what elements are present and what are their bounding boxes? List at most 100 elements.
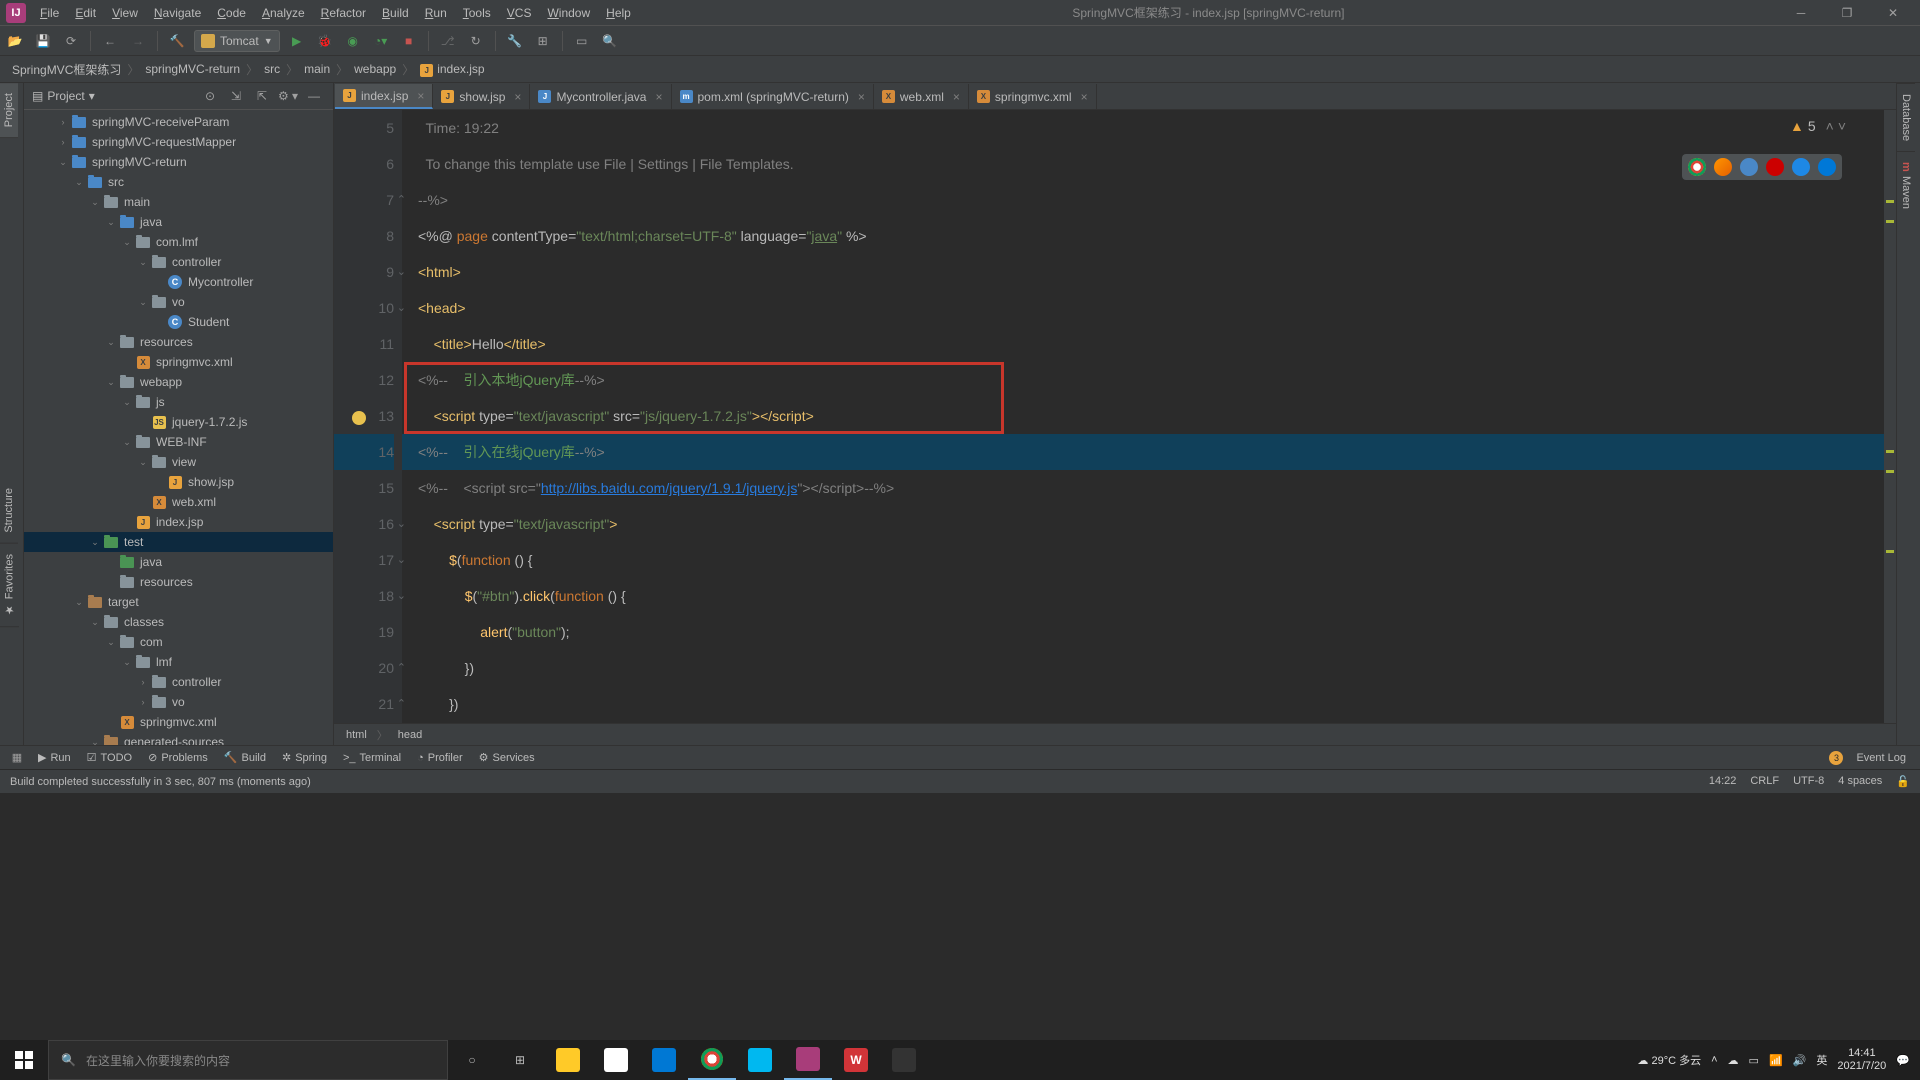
close-tab-icon[interactable]: × [655, 90, 662, 104]
open-icon[interactable]: 📂 [4, 30, 26, 52]
tree-node[interactable]: ⌄resources [24, 332, 333, 352]
settings-icon[interactable]: 🔧 [504, 30, 526, 52]
edge-icon[interactable] [1818, 158, 1836, 176]
settings-icon[interactable]: ⚙ ▾ [277, 85, 299, 107]
close-tab-icon[interactable]: × [953, 90, 960, 104]
menu-code[interactable]: Code [209, 0, 254, 26]
notifications-icon[interactable]: 💬 [1896, 1054, 1910, 1067]
opera-icon[interactable] [1766, 158, 1784, 176]
profile-button[interactable]: ◔▾ [370, 30, 392, 52]
volume-icon[interactable]: 🔊 [1793, 1054, 1807, 1067]
nav-path-item[interactable]: html [346, 729, 367, 741]
maximize-button[interactable]: ❐ [1824, 0, 1870, 26]
bulb-icon[interactable] [352, 411, 366, 425]
editor-tab[interactable]: Jindex.jsp× [335, 84, 433, 109]
line-separator[interactable]: CRLF [1750, 775, 1779, 788]
avd-icon[interactable]: ▭ [571, 30, 593, 52]
tree-node[interactable]: Xspringmvc.xml [24, 352, 333, 372]
code-line[interactable]: alert("button"); [402, 614, 1896, 650]
tree-node[interactable]: ⌄src [24, 172, 333, 192]
tab-database[interactable]: Database [1897, 83, 1915, 151]
tree-node[interactable]: ⌄main [24, 192, 333, 212]
clock[interactable]: 14:412021/7/20 [1837, 1047, 1886, 1073]
indent-setting[interactable]: 4 spaces [1838, 775, 1882, 788]
debug-button[interactable]: 🐞 [314, 30, 336, 52]
tree-node[interactable]: CStudent [24, 312, 333, 332]
code-line[interactable]: <%-- <script src="http://libs.baidu.com/… [402, 470, 1896, 506]
onedrive-icon[interactable]: ☁ [1728, 1054, 1739, 1067]
menu-build[interactable]: Build [374, 0, 417, 26]
tree-node[interactable]: ⌄WEB-INF [24, 432, 333, 452]
code-line[interactable]: $("#btn").click(function () { [402, 578, 1896, 614]
tree-node[interactable]: ⌄generated-sources [24, 732, 333, 745]
forward-button[interactable]: → [127, 30, 149, 52]
tray-expand-icon[interactable]: ˄ [1711, 1054, 1717, 1066]
search-icon[interactable]: 🔍 [599, 30, 621, 52]
breadcrumb-item[interactable]: webapp [352, 62, 398, 76]
tree-node[interactable]: ›controller [24, 672, 333, 692]
up-icon[interactable]: ˄ [1826, 118, 1834, 134]
structure-icon[interactable]: ⊞ [532, 30, 554, 52]
run-button[interactable]: ▶ [286, 30, 308, 52]
tree-node[interactable]: Jindex.jsp [24, 512, 333, 532]
tree-node[interactable]: ⌄lmf [24, 652, 333, 672]
tab-project[interactable]: Project [0, 83, 18, 138]
tree-node[interactable]: Xspringmvc.xml [24, 712, 333, 732]
expand-all-icon[interactable]: ⇲ [225, 85, 247, 107]
cortana-icon[interactable]: ○ [448, 1040, 496, 1080]
safari-icon[interactable] [1740, 158, 1758, 176]
lock-icon[interactable]: 🔓 [1896, 775, 1910, 788]
code-line[interactable]: }) [402, 650, 1896, 686]
menu-run[interactable]: Run [417, 0, 455, 26]
code-line[interactable]: }) [402, 686, 1896, 722]
tool-tab-services[interactable]: ⚙Services [471, 746, 543, 770]
tree-node[interactable]: ⌄js [24, 392, 333, 412]
file-explorer-icon[interactable] [544, 1040, 592, 1080]
code-line[interactable]: Time: 19:22 [402, 110, 1896, 146]
code-line[interactable]: To change this template use File | Setti… [402, 146, 1896, 182]
tool-tab-problems[interactable]: ⊘Problems [140, 746, 216, 770]
sync-icon[interactable]: ⟳ [60, 30, 82, 52]
warning-icon[interactable]: ▲ [1790, 118, 1804, 134]
nav-path-item[interactable]: head [398, 729, 422, 741]
tree-node[interactable]: ⌄target [24, 592, 333, 612]
tool-window-toggle-icon[interactable]: ▦ [6, 747, 28, 769]
tool-tab-run[interactable]: ▶Run [30, 746, 79, 770]
wifi-icon[interactable]: 📶 [1769, 1054, 1783, 1067]
tree-node[interactable]: ›vo [24, 692, 333, 712]
close-tab-icon[interactable]: × [417, 89, 424, 103]
project-panel-title[interactable]: ▤ Project ▾ [32, 89, 193, 103]
intellij-taskbar-icon[interactable] [784, 1040, 832, 1080]
tree-node[interactable]: ›springMVC-receiveParam [24, 112, 333, 132]
code-line[interactable]: <script type="text/javascript" src="js/j… [402, 398, 1896, 434]
tree-node[interactable]: Jshow.jsp [24, 472, 333, 492]
code-line[interactable]: <script type="text/javascript"> [402, 506, 1896, 542]
tree-node[interactable]: ⌄com.lmf [24, 232, 333, 252]
stop-button[interactable]: ■ [398, 30, 420, 52]
tool-tab-terminal[interactable]: >_Terminal [335, 746, 409, 770]
breadcrumb-item[interactable]: main [302, 62, 332, 76]
editor-scrollbar[interactable] [1884, 110, 1896, 723]
tree-node[interactable]: ⌄com [24, 632, 333, 652]
store-icon[interactable] [592, 1040, 640, 1080]
tree-node[interactable]: ⌄vo [24, 292, 333, 312]
qq-icon[interactable] [880, 1040, 928, 1080]
tree-node[interactable]: Xweb.xml [24, 492, 333, 512]
code-line[interactable]: $(function () { [402, 542, 1896, 578]
editor-tab[interactable]: mpom.xml (springMVC-return)× [672, 84, 874, 109]
update-icon[interactable]: ↻ [465, 30, 487, 52]
menu-help[interactable]: Help [598, 0, 639, 26]
tree-node[interactable]: ⌄springMVC-return [24, 152, 333, 172]
mail-icon[interactable] [640, 1040, 688, 1080]
ie-icon[interactable] [1792, 158, 1810, 176]
tool-tab-todo[interactable]: ☑TODO [79, 746, 140, 770]
weather-widget[interactable]: ☁ 29°C 多云 [1637, 1052, 1701, 1068]
tree-node[interactable]: ⌄controller [24, 252, 333, 272]
minimize-button[interactable]: ─ [1778, 0, 1824, 26]
menu-navigate[interactable]: Navigate [146, 0, 209, 26]
down-icon[interactable]: ˅ [1838, 118, 1846, 134]
menu-refactor[interactable]: Refactor [313, 0, 374, 26]
menu-window[interactable]: Window [539, 0, 598, 26]
windows-start-button[interactable] [0, 1040, 48, 1080]
tree-node[interactable]: ⌄classes [24, 612, 333, 632]
